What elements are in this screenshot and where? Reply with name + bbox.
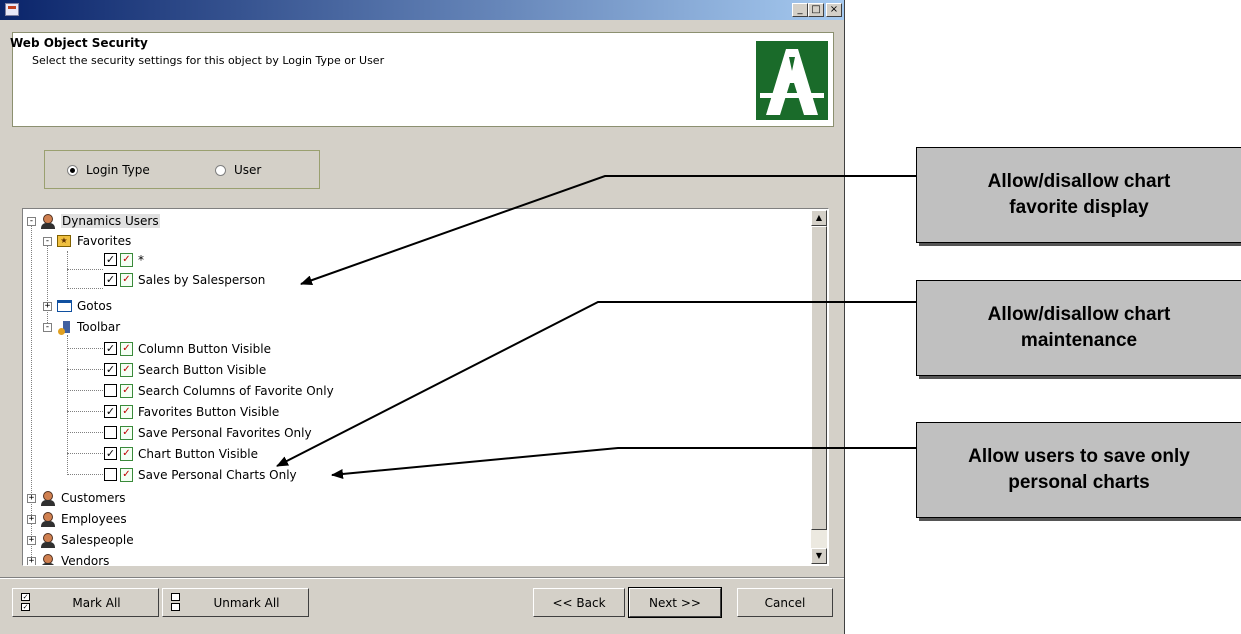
arrow-chart-favorite-display bbox=[300, 175, 916, 286]
arrow-chart-maintenance bbox=[276, 301, 916, 467]
callout-text: Allow/disallow chart favorite display bbox=[987, 171, 1171, 218]
callout-chart-maintenance: Allow/disallow chart maintenance bbox=[916, 280, 1241, 376]
callout-save-personal-charts: Allow users to save only personal charts bbox=[916, 422, 1241, 518]
callout-text: Allow users to save only personal charts bbox=[968, 446, 1190, 493]
callout-chart-favorite-display: Allow/disallow chart favorite display bbox=[916, 147, 1241, 243]
arrow-save-personal-charts bbox=[331, 447, 916, 479]
callout-text: Allow/disallow chart maintenance bbox=[987, 304, 1171, 351]
